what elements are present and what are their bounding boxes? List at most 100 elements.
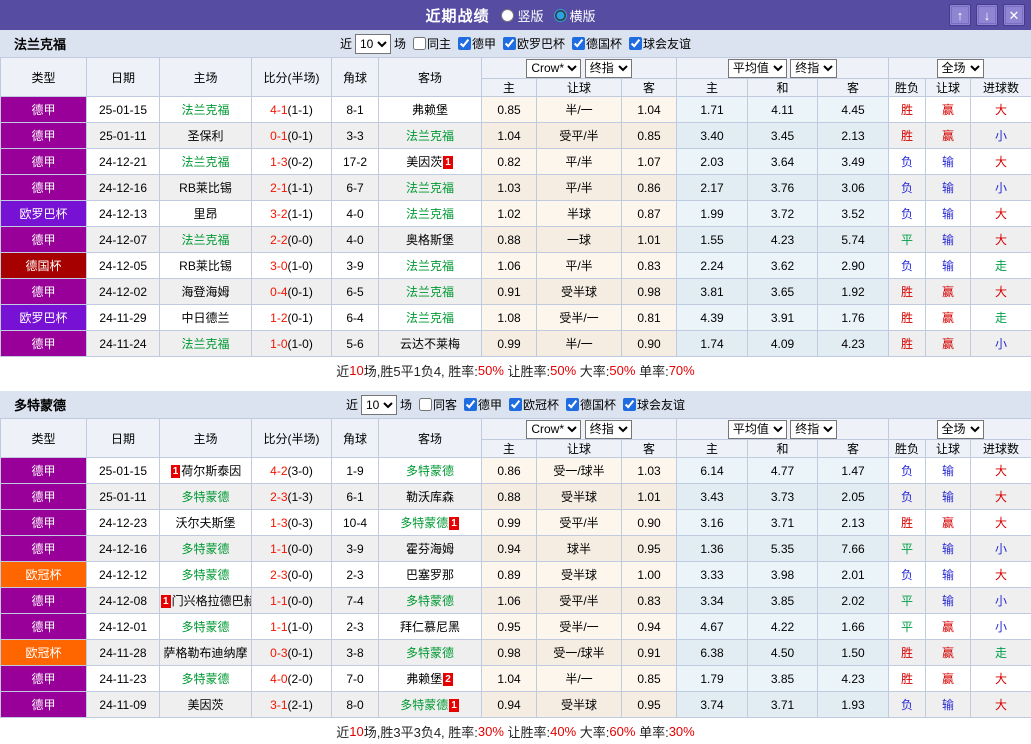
corner-score-cell: 4-0: [332, 227, 379, 253]
handicap-result-cell: 输: [926, 588, 971, 614]
team-name: 奥格斯堡: [406, 233, 454, 247]
vertical-radio-input[interactable]: [501, 9, 514, 22]
match-date-cell: 24-12-02: [87, 279, 160, 305]
match-row: 德甲24-11-23多特蒙德4-0(2-0)7-0弗赖堡21.04半/一0.85…: [1, 666, 1031, 692]
eu-home-odds-cell: 2.03: [677, 149, 748, 175]
league-type-cell: 德国杯: [1, 253, 87, 279]
scope-select[interactable]: 全场: [937, 59, 984, 78]
league-filter-checkbox[interactable]: [629, 37, 642, 50]
team-name: RB莱比锡: [179, 181, 232, 195]
scope-select[interactable]: 全场: [937, 420, 984, 439]
full-time-score: 4-2: [270, 464, 287, 478]
eu-draw-odds-cell: 3.98: [748, 562, 818, 588]
asia-handicap-cell: 受半球: [537, 484, 622, 510]
goals-result-cell: 走: [971, 305, 1031, 331]
average-select[interactable]: 平均值: [728, 59, 787, 78]
match-date-cell: 24-12-21: [87, 149, 160, 175]
match-count-select[interactable]: 10: [361, 395, 397, 415]
away-team-cell: 法兰克福: [379, 279, 482, 305]
league-type-cell: 德甲: [1, 510, 87, 536]
layout-radio-horizontal[interactable]: 横版: [554, 6, 596, 25]
league-filter-checkbox[interactable]: [464, 398, 477, 411]
handicap-result-cell: 赢: [926, 305, 971, 331]
win-lose-result-cell: 胜: [889, 279, 926, 305]
goals-result-cell: 小: [971, 331, 1031, 357]
move-down-icon[interactable]: ↓: [976, 4, 998, 26]
eu-home-odds-cell: 2.17: [677, 175, 748, 201]
home-team-cell: 1门兴格拉德巴赫: [160, 588, 252, 614]
league-filter-label: 欧冠杯: [523, 396, 559, 413]
league-type-cell: 德甲: [1, 149, 87, 175]
league-type-cell: 德甲: [1, 227, 87, 253]
home-team-cell: 沃尔夫斯堡: [160, 510, 252, 536]
match-date-cell: 24-12-16: [87, 536, 160, 562]
summary-text: 让胜率:: [504, 361, 550, 380]
away-team-cell: 多特蒙德: [379, 588, 482, 614]
league-filter-checkbox[interactable]: [572, 37, 585, 50]
eu-home-odds-cell: 6.38: [677, 640, 748, 666]
close-icon[interactable]: ✕: [1003, 4, 1025, 26]
score-cell: 2-3(1-3): [252, 484, 332, 510]
score-cell: 0-3(0-1): [252, 640, 332, 666]
odds-stage-select[interactable]: 终指: [585, 420, 632, 439]
asia-handicap-cell: 平/半: [537, 253, 622, 279]
match-date-cell: 24-12-16: [87, 175, 160, 201]
asia-handicap-cell: 平/半: [537, 149, 622, 175]
summary-stat-value: 50%: [550, 363, 576, 378]
score-cell: 1-1(1-0): [252, 614, 332, 640]
average-stage-select[interactable]: 终指: [790, 59, 837, 78]
league-filter-checkbox[interactable]: [503, 37, 516, 50]
handicap-result-cell: 输: [926, 536, 971, 562]
home-team-cell: 法兰克福: [160, 331, 252, 357]
asia-home-odds-cell: 0.88: [482, 484, 537, 510]
score-cell: 3-1(2-1): [252, 692, 332, 718]
asia-handicap-cell: 一球: [537, 227, 622, 253]
league-filter-label: 球会友谊: [637, 396, 685, 413]
average-stage-select[interactable]: 终指: [790, 420, 837, 439]
match-count-select[interactable]: 10: [355, 34, 391, 54]
layout-radio-vertical[interactable]: 竖版: [501, 6, 543, 25]
section-header: 法兰克福 近 10 场 同主 德甲 欧罗巴杯 德国杯 球会友谊: [0, 30, 1031, 57]
league-filter-checkbox[interactable]: [566, 398, 579, 411]
same-venue-checkbox[interactable]: [419, 398, 432, 411]
average-select[interactable]: 平均值: [728, 420, 787, 439]
handicap-result-cell: 输: [926, 149, 971, 175]
match-date-cell: 24-12-23: [87, 510, 160, 536]
summary-text: 大率:: [576, 722, 609, 741]
move-up-icon[interactable]: ↑: [949, 4, 971, 26]
handicap-result-cell: 赢: [926, 97, 971, 123]
league-filter-label: 德甲: [472, 35, 496, 52]
half-time-score: (1-3): [288, 490, 313, 504]
half-time-score: (0-0): [288, 233, 313, 247]
score-cell: 4-1(1-1): [252, 97, 332, 123]
col-header-type: 类型: [1, 419, 87, 458]
summary-stat-value: 10: [349, 363, 363, 378]
corner-score-cell: 3-8: [332, 640, 379, 666]
asia-away-odds-cell: 0.85: [622, 666, 677, 692]
half-time-score: (0-1): [288, 646, 313, 660]
odds-stage-select[interactable]: 终指: [585, 59, 632, 78]
summary-text: 近: [336, 722, 349, 741]
handicap-result-cell: 赢: [926, 666, 971, 692]
asia-home-odds-cell: 1.06: [482, 253, 537, 279]
league-filter-checkbox[interactable]: [623, 398, 636, 411]
recent-results-window: 近期战绩 竖版 横版 ↑ ↓ ✕ 法兰克福 近 10 场 同主 德甲: [0, 0, 1031, 744]
same-venue-checkbox[interactable]: [413, 37, 426, 50]
league-filter-checkbox[interactable]: [509, 398, 522, 411]
horizontal-radio-input[interactable]: [554, 9, 567, 22]
match-date-cell: 24-12-12: [87, 562, 160, 588]
results-table: 类型 日期 主场 比分(半场) 角球 客场 Crow* 终指 平均值 终指: [0, 57, 1031, 357]
league-filter-checkbox[interactable]: [458, 37, 471, 50]
eu-draw-col-header: 和: [748, 440, 818, 458]
odds-source-select[interactable]: Crow*: [526, 420, 581, 439]
corner-score-cell: 8-0: [332, 692, 379, 718]
home-team-cell: 多特蒙德: [160, 562, 252, 588]
score-cell: 3-2(1-1): [252, 201, 332, 227]
team-section-frankfurt: 法兰克福 近 10 场 同主 德甲 欧罗巴杯 德国杯 球会友谊: [0, 30, 1031, 383]
team-name: 拜仁慕尼黑: [400, 620, 460, 634]
asia-away-odds-cell: 0.90: [622, 510, 677, 536]
odds-source-select[interactable]: Crow*: [526, 59, 581, 78]
near-label: 近: [346, 396, 358, 413]
asia-away-odds-cell: 0.83: [622, 588, 677, 614]
eu-draw-odds-cell: 3.64: [748, 149, 818, 175]
